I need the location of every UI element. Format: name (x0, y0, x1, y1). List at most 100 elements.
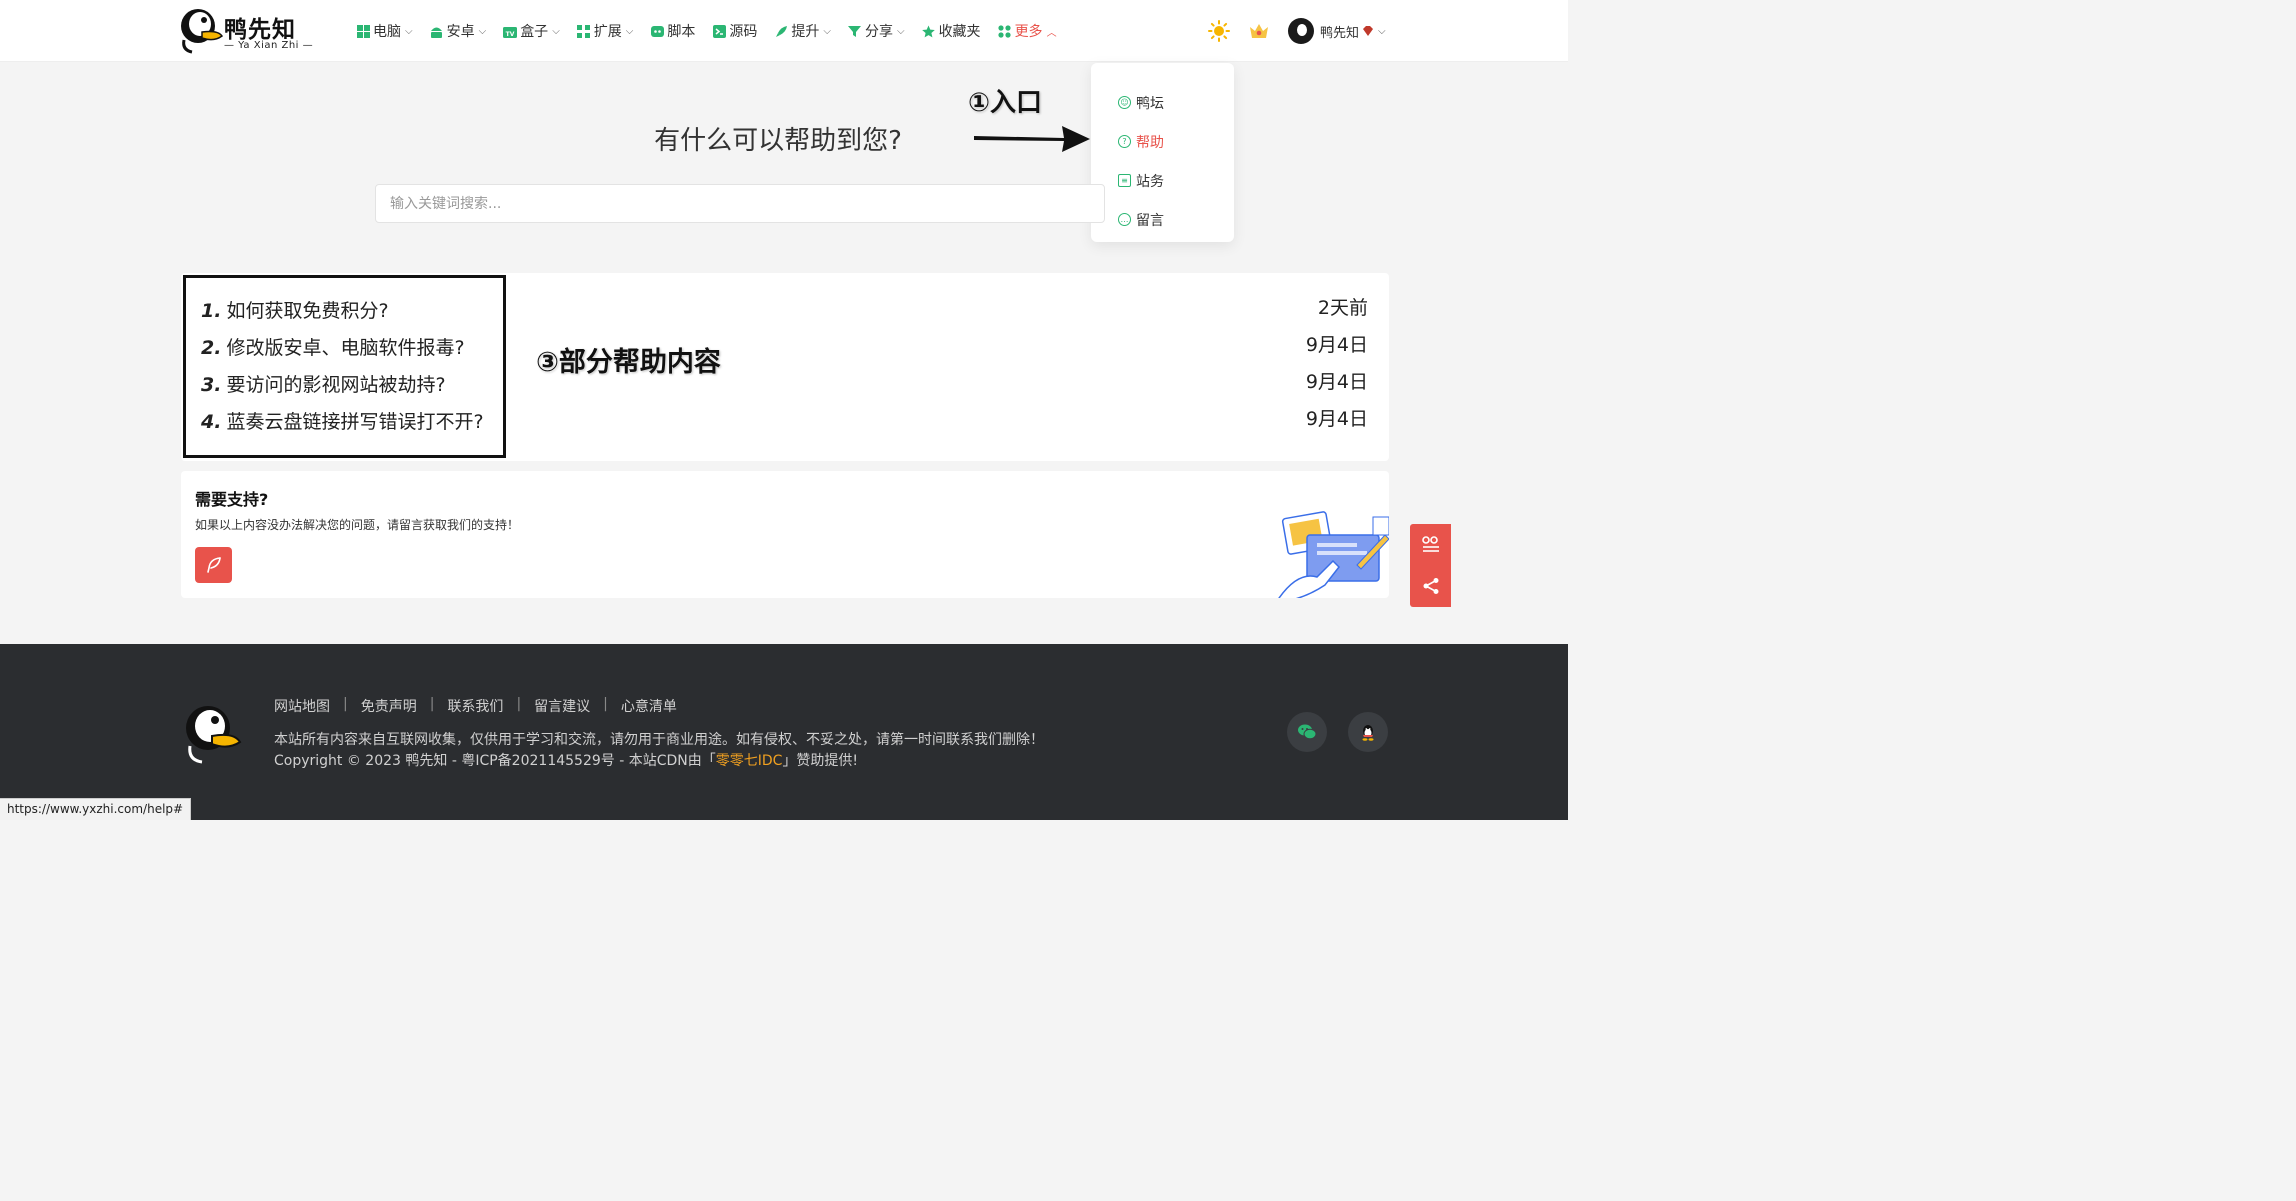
help-dates: 2天前 9月4日 9月4日 9月4日 (1200, 293, 1368, 441)
logo-subtitle: — Ya Xian Zhi — (224, 40, 314, 51)
footer-duck-logo-icon (186, 706, 242, 764)
item-title: 修改版安卓、电脑软件报毒? (226, 337, 465, 359)
android-icon (430, 24, 444, 38)
leave-message-button[interactable] (195, 547, 232, 583)
item-date: 2天前 (1317, 297, 1368, 319)
share-icon (1423, 577, 1438, 594)
chevron-up-icon: ︿ (1046, 27, 1057, 39)
annotation-help-content: ③部分帮助内容 (536, 347, 721, 378)
item-number: 3. (201, 374, 222, 396)
footer-separator: | (603, 696, 608, 712)
nav-item-favorites[interactable]: 收藏夹 (922, 0, 981, 62)
rocket-icon (774, 24, 788, 38)
puzzle-icon (577, 24, 591, 38)
nav-label: 提升 (791, 24, 820, 40)
footer-copyright: Copyright © 2023 鸭先知 - 粤ICP备2021145529号 … (274, 750, 858, 770)
nav-item-boost[interactable]: 提升 ⌵ (774, 0, 831, 62)
item-title: 蓝奏云盘链接拼写错误打不开? (226, 411, 484, 433)
wechat-button[interactable] (1287, 712, 1327, 752)
menu-list-button[interactable] (1410, 524, 1451, 565)
chevron-down-icon: ⌵ (896, 25, 905, 37)
dropdown-item-label: 站务 (1136, 173, 1164, 190)
nav-item-scripts[interactable]: 脚本 (650, 0, 695, 62)
feather-icon (206, 557, 221, 573)
list-item[interactable]: 4. 蓝奏云盘链接拼写错误打不开? (201, 407, 503, 444)
nav-label: 扩展 (593, 24, 622, 40)
chevron-down-icon: ⌵ (478, 25, 487, 37)
windows-icon (356, 24, 370, 38)
footer-link-sitemap[interactable]: 网站地图 (274, 696, 330, 716)
chat-icon: … (1118, 213, 1131, 226)
footer-link-disclaimer[interactable]: 免责声明 (361, 696, 417, 716)
footer-separator: | (429, 696, 435, 712)
chevron-down-icon: ⌵ (405, 25, 413, 37)
cdn-sponsor-link[interactable]: 零零七IDC (716, 753, 783, 769)
annotation-entry: ①入口 (968, 88, 1043, 118)
dropdown-item-label: 鸭坛 (1136, 95, 1164, 112)
nav-label: 分享 (864, 24, 893, 40)
wechat-icon (1298, 724, 1317, 740)
filter-icon (848, 24, 862, 38)
dropdown-item-message[interactable]: … 留言 (1091, 200, 1234, 239)
chevron-down-icon: ⌵ (552, 25, 560, 37)
crown-icon[interactable] (1248, 20, 1270, 42)
dropdown-item-site-affairs[interactable]: ≡ 站务 (1091, 161, 1234, 200)
nav-label: 盒子 (520, 24, 549, 40)
chevron-down-icon: ⌵ (823, 25, 831, 37)
nav-item-more[interactable]: 更多 ︿ (998, 0, 1057, 62)
vip-badge-icon (1363, 25, 1374, 36)
more-grid-icon (998, 24, 1012, 38)
qq-penguin-icon (1362, 725, 1374, 741)
list-item[interactable]: 1. 如何获取免费积分? (201, 296, 503, 333)
qq-button[interactable] (1348, 712, 1388, 752)
list-item[interactable]: 3. 要访问的影视网站被劫持? (201, 370, 503, 407)
share-button[interactable] (1410, 565, 1451, 606)
footer-links: 网站地图 | 免责声明 | 联系我们 | 留言建议 | 心意清单 (274, 696, 677, 716)
nav-item-tvbox[interactable]: TV 盒子 ⌵ (503, 0, 560, 62)
nav-item-extensions[interactable]: 扩展 ⌵ (577, 0, 634, 62)
item-title: 如何获取免费积分? (226, 300, 389, 322)
nav-label: 收藏夹 (938, 24, 981, 40)
item-number: 1. (201, 300, 222, 322)
list-icon (1421, 535, 1439, 552)
footer-separator: | (343, 696, 348, 712)
nav-label: 更多 (1014, 24, 1043, 40)
nav-item-computer[interactable]: 电脑 ⌵ (356, 0, 413, 62)
notepad-icon: ≡ (1118, 174, 1131, 187)
item-date: 9月4日 (1305, 371, 1368, 393)
site-header: 鸭先知 — Ya Xian Zhi — 电脑 ⌵ 安卓 ⌵ TV 盒子 ⌵ 扩展… (0, 0, 1568, 62)
item-number: 2. (201, 337, 222, 359)
copyright-prefix: Copyright © 2023 鸭先知 - 粤ICP备2021145529号 … (274, 753, 716, 769)
page-title: 有什么可以帮助到您? (654, 126, 902, 156)
chevron-down-icon: ⌵ (1378, 25, 1386, 37)
site-logo[interactable]: 鸭先知 — Ya Xian Zhi — (178, 6, 313, 56)
list-item[interactable]: 2. 修改版安卓、电脑软件报毒? (201, 333, 503, 370)
svg-text:TV: TV (506, 31, 515, 38)
site-footer: 网站地图 | 免责声明 | 联系我们 | 留言建议 | 心意清单 本站所有内容来… (0, 644, 1568, 820)
search-input[interactable] (375, 184, 1105, 223)
nav-item-source[interactable]: 源码 (712, 0, 757, 62)
floating-side-toolbar (1410, 524, 1451, 607)
dropdown-item-forum[interactable]: ☺ 鸭坛 (1091, 83, 1234, 122)
browser-status-url: https://www.yxzhi.com/help# (0, 798, 192, 820)
footer-link-contact[interactable]: 联系我们 (447, 696, 503, 716)
footer-separator: | (516, 696, 522, 712)
duck-logo-icon (181, 9, 224, 54)
dropdown-item-label: 留言 (1136, 212, 1164, 229)
sun-icon[interactable] (1208, 20, 1230, 42)
star-icon (922, 24, 936, 38)
footer-link-feedback[interactable]: 留言建议 (534, 696, 590, 716)
footer-link-wishlist[interactable]: 心意清单 (621, 696, 677, 716)
item-date: 9月4日 (1305, 334, 1368, 356)
nav-label: 安卓 (446, 24, 475, 40)
item-title: 要访问的影视网站被劫持? (226, 374, 446, 396)
support-card: 需要支持? 如果以上内容没办法解决您的问题，请留言获取我们的支持！ (181, 471, 1389, 598)
nav-item-android[interactable]: 安卓 ⌵ (430, 0, 487, 62)
user-menu[interactable]: 鸭先知 ⌵ (1288, 18, 1386, 44)
chevron-down-icon: ⌵ (625, 25, 634, 37)
main-nav: 电脑 ⌵ 安卓 ⌵ TV 盒子 ⌵ 扩展 ⌵ 脚本 源码 提升 ⌵ 分享 ⌵ 收… (356, 0, 1074, 62)
copyright-suffix: 」赞助提供! (782, 753, 859, 769)
support-description: 如果以上内容没办法解决您的问题，请留言获取我们的支持！ (195, 518, 520, 532)
nav-item-share[interactable]: 分享 ⌵ (848, 0, 905, 62)
user-name: 鸭先知 (1320, 25, 1360, 41)
